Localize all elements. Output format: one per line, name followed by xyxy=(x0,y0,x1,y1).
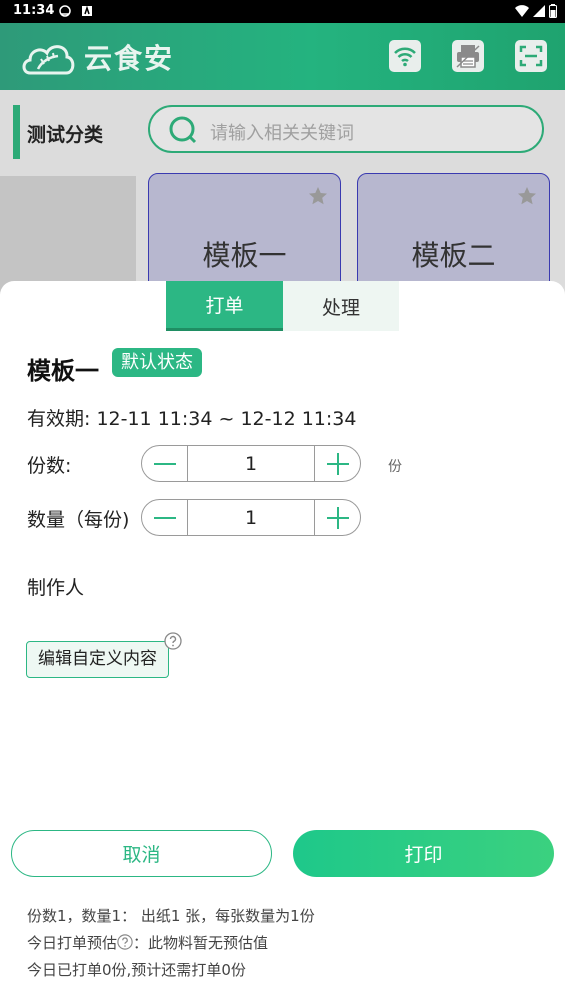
notification-icon xyxy=(59,5,71,17)
edit-custom-content-button[interactable]: 编辑自定义内容 xyxy=(26,641,169,678)
help-icon[interactable] xyxy=(164,632,182,650)
wifi-button[interactable] xyxy=(389,40,421,72)
star-icon[interactable] xyxy=(517,186,537,206)
maker-label: 制作人 xyxy=(27,577,85,599)
app-notification-icon xyxy=(82,5,92,16)
template-name: 模板二 xyxy=(411,239,496,272)
wifi-status-icon xyxy=(515,5,529,17)
signal-icon xyxy=(533,5,545,17)
scan-button[interactable] xyxy=(515,40,547,72)
plus-icon xyxy=(326,506,349,529)
quantity-value[interactable]: 1 xyxy=(187,500,315,535)
printer-button[interactable] xyxy=(452,40,484,72)
minus-icon xyxy=(153,516,176,519)
cloud-logo-icon xyxy=(22,45,75,75)
quantity-decrement-button[interactable] xyxy=(142,500,187,535)
template-title: 模板一 xyxy=(27,357,99,385)
quantity-stepper: 1 xyxy=(141,499,361,536)
template-name: 模板一 xyxy=(202,239,287,272)
app-logo: 云食安 xyxy=(20,36,180,78)
category-indicator xyxy=(13,105,20,159)
category-label[interactable]: 测试分类 xyxy=(27,120,103,147)
star-icon[interactable] xyxy=(308,186,328,206)
minus-icon xyxy=(153,462,176,465)
status-time: 11:34 xyxy=(13,3,55,18)
status-badge: 默认状态 xyxy=(112,348,202,377)
summary-note: 份数1，数量1： 出纸1 张，每张数量为1份 xyxy=(27,907,315,925)
cancel-button[interactable]: 取消 xyxy=(11,830,272,877)
search-input[interactable]: 请输入相关关键词 xyxy=(148,105,544,153)
battery-icon xyxy=(549,4,557,18)
estimate-note-prefix: 今日打单预估 xyxy=(27,934,118,952)
scan-icon xyxy=(519,45,543,67)
validity-text: 有效期: 12-11 11:34 ~ 12-12 11:34 xyxy=(27,408,357,430)
app-title: 云食安 xyxy=(84,42,175,75)
copies-increment-button[interactable] xyxy=(315,446,360,481)
app-header: 云食安 xyxy=(0,23,565,90)
estimate-note-suffix: ：此物料暂无预估值 xyxy=(133,934,269,952)
tab-print[interactable]: 打单 xyxy=(166,281,283,331)
progress-note: 今日已打单0份,预计还需打单0份 xyxy=(27,961,246,979)
copies-label: 份数: xyxy=(27,455,72,477)
tab-process[interactable]: 处理 xyxy=(283,281,399,331)
status-right-icons xyxy=(515,4,557,18)
status-bar: 11:34 xyxy=(0,0,565,23)
plus-icon xyxy=(326,452,349,475)
help-icon[interactable] xyxy=(117,934,133,950)
copies-value[interactable]: 1 xyxy=(187,446,315,481)
print-sheet: 打单 处理 模板一 默认状态 有效期: 12-11 11:34 ~ 12-12 … xyxy=(0,281,565,1004)
search-icon xyxy=(169,116,197,144)
wifi-icon xyxy=(394,47,416,67)
quantity-increment-button[interactable] xyxy=(315,500,360,535)
printer-icon xyxy=(456,45,480,68)
search-placeholder: 请输入相关关键词 xyxy=(210,123,354,144)
copies-stepper: 1 xyxy=(141,445,361,482)
estimate-note: 今日打单预估 ：此物料暂无预估值 xyxy=(27,932,268,953)
print-button[interactable]: 打印 xyxy=(293,830,554,877)
category-sidebar[interactable] xyxy=(0,176,136,296)
quantity-label: 数量（每份) xyxy=(27,509,130,531)
copies-unit: 份 xyxy=(388,459,402,475)
copies-decrement-button[interactable] xyxy=(142,446,187,481)
